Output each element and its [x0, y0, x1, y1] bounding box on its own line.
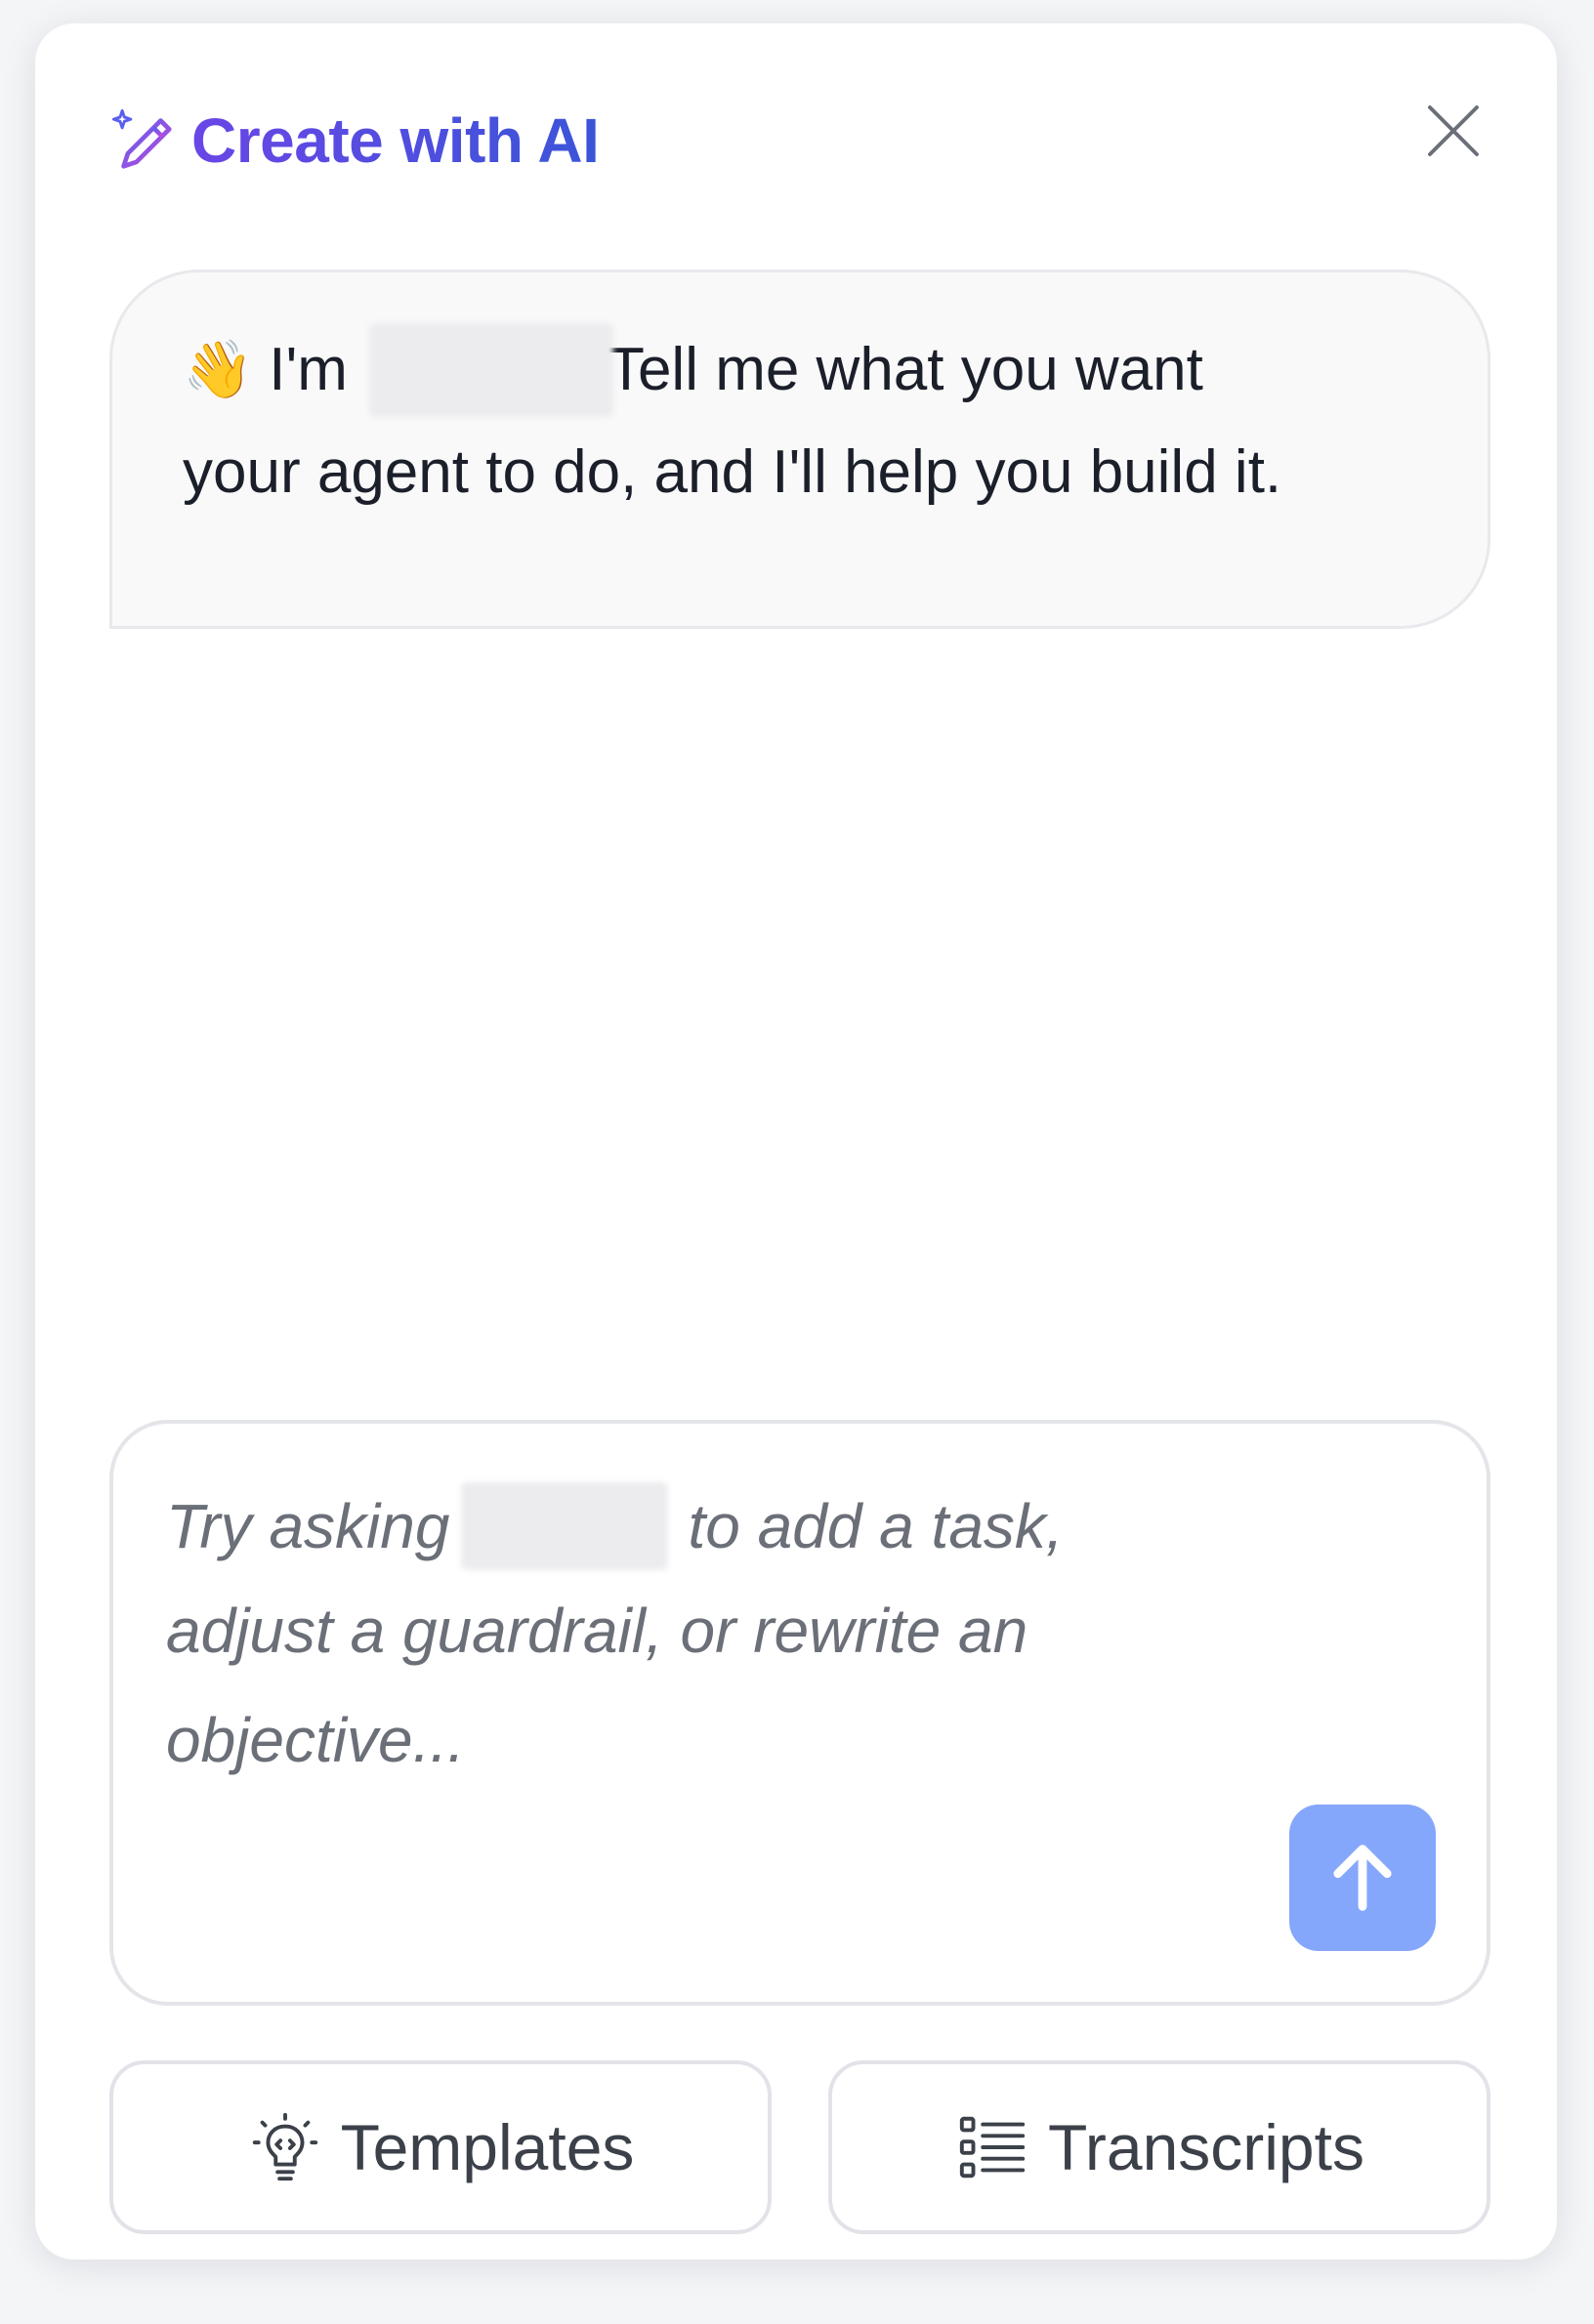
panel-header: Create with AI — [109, 82, 600, 199]
redacted-assistant-name — [461, 1482, 669, 1570]
redacted-assistant-name — [368, 323, 613, 417]
list-icon — [959, 2116, 1026, 2179]
chat-input-placeholder-line-2: adjust a guardrail, or rewrite an — [166, 1596, 1028, 1666]
waving-hand-icon: 👋 — [183, 338, 254, 401]
magic-pen-icon — [111, 108, 172, 169]
templates-button[interactable]: Templates — [109, 2060, 772, 2234]
assistant-message-line-1-rest: Tell me what you want — [607, 336, 1203, 403]
close-icon — [1428, 105, 1479, 156]
chat-input[interactable]: Try asking to add a task, adjust a guard… — [109, 1420, 1490, 2006]
placeholder-end: to add a task, — [688, 1491, 1064, 1561]
assistant-message-line-2: your agent to do, and I'll help you buil… — [183, 438, 1282, 506]
chat-input-placeholder-line-1: Try asking to add a task, — [166, 1482, 1064, 1570]
send-button[interactable] — [1289, 1805, 1436, 1951]
placeholder-start: Try asking — [166, 1491, 450, 1561]
transcripts-button[interactable]: Transcripts — [828, 2060, 1490, 2234]
close-button[interactable] — [1405, 82, 1502, 180]
panel-title: Create with AI — [191, 105, 600, 176]
arrow-up-icon — [1333, 1845, 1392, 1911]
lightbulb-icon — [252, 2112, 317, 2181]
templates-label: Templates — [340, 2111, 635, 2183]
assistant-message-bubble: 👋 I'm Tell me what you want your agent t… — [109, 270, 1490, 629]
assistant-message-line-1: 👋 I'm Tell me what you want — [183, 323, 1203, 417]
assistant-message-prefix: I'm — [269, 336, 348, 403]
transcripts-label: Transcripts — [1048, 2111, 1364, 2183]
create-with-ai-panel: Create with AI 👋 I'm Tell me what you wa… — [35, 23, 1557, 2260]
chat-input-placeholder-line-3: objective... — [166, 1705, 465, 1775]
